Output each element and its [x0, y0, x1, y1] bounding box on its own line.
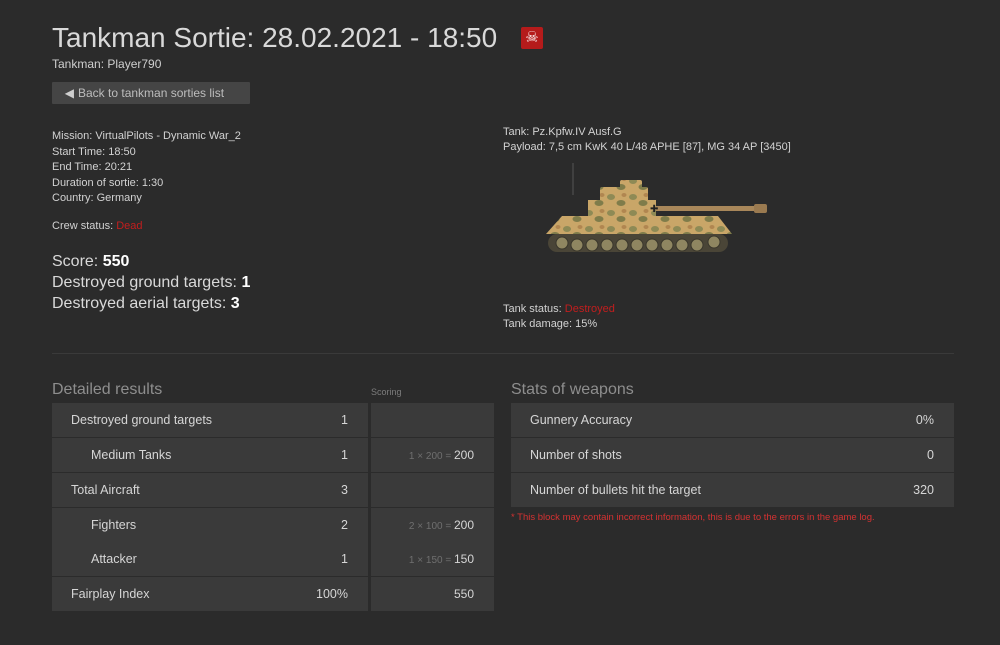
- weapon-stat-cell: Number of shots 0: [511, 438, 954, 472]
- weapon-stat-label: Number of shots: [530, 448, 622, 462]
- result-cell: Fighters 2: [52, 508, 368, 542]
- score-points: 200: [453, 518, 474, 532]
- score-formula: 1 × 200 =: [408, 451, 454, 462]
- score-points: 550: [453, 587, 474, 601]
- result-value: 1: [341, 448, 348, 462]
- tank-damage: Tank damage: 15%: [503, 318, 598, 330]
- end-time: End Time: 20:21: [52, 161, 133, 173]
- result-cell: Fairplay Index 100%: [52, 577, 368, 611]
- result-cell: Attacker 1: [52, 542, 368, 576]
- result-cell: Total Aircraft 3: [52, 473, 368, 507]
- score-cell: 550: [371, 577, 494, 611]
- score-formula: 2 × 100 =: [408, 521, 454, 532]
- country: Country: Germany: [52, 192, 142, 204]
- svg-text:✚: ✚: [650, 204, 658, 215]
- score-points: 150: [453, 552, 474, 566]
- result-value: 1: [341, 552, 348, 566]
- score-cell: [371, 403, 494, 437]
- score-formula: 1 × 150 =: [408, 555, 454, 566]
- scoring-heading: Scoring: [371, 387, 402, 397]
- score-value: 550: [102, 253, 130, 270]
- mission-name: Mission: VirtualPilots - Dynamic War_2: [52, 130, 241, 142]
- crew-status: Crew status: Dead: [52, 220, 142, 232]
- arrow-left-icon: ◀: [64, 86, 74, 100]
- result-value: 100%: [316, 587, 348, 601]
- weapon-stat-value: 320: [913, 483, 934, 497]
- score-cell: 1 × 200 = 200: [371, 438, 494, 472]
- weapons-disclaimer: * This block may contain incorrect infor…: [511, 512, 875, 523]
- result-cell: Destroyed ground targets 1: [52, 403, 368, 437]
- score-cell: [371, 473, 494, 507]
- sortie-summary: Score: 550 Destroyed ground targets: 1 D…: [52, 251, 250, 314]
- crew-status-value: Dead: [116, 220, 143, 232]
- start-time: Start Time: 18:50: [52, 145, 136, 158]
- back-button-label: Back to tankman sorties list: [78, 86, 225, 100]
- stats-of-weapons-heading: Stats of weapons: [511, 381, 634, 398]
- score-cell: 2 × 100 = 200: [371, 508, 494, 542]
- result-label: Destroyed ground targets: [71, 413, 213, 427]
- crew-status-label: Crew status:: [52, 220, 117, 232]
- back-to-sorties-button[interactable]: ◀ Back to tankman sorties list: [52, 82, 250, 104]
- score-label: Score:: [52, 253, 103, 270]
- result-label: Total Aircraft: [71, 483, 140, 497]
- score-points: 200: [453, 448, 474, 462]
- tank-image: ✚: [546, 163, 767, 252]
- weapon-stat-cell: Gunnery Accuracy 0%: [511, 403, 954, 437]
- divider: [52, 353, 954, 354]
- tank-info: Tank: Pz.Kpfw.IV Ausf.G Payload: 7,5 cm …: [503, 125, 791, 155]
- tank-status-block: Tank status: Destroyed Tank damage: 15%: [503, 302, 615, 332]
- page-title: Tankman Sortie: 28.02.2021 - 18:50: [52, 22, 498, 53]
- tank-name: Tank: Pz.Kpfw.IV Ausf.G: [503, 126, 622, 138]
- skull-icon: ☠: [521, 27, 543, 49]
- result-value: 1: [341, 413, 348, 427]
- result-label: Attacker: [91, 552, 137, 566]
- tank-payload: Payload: 7,5 cm KwK 40 L/48 APHE [87], M…: [503, 141, 791, 153]
- result-value: 3: [341, 483, 348, 497]
- mission-info: Mission: VirtualPilots - Dynamic War_2 S…: [52, 129, 241, 207]
- tank-status-label: Tank status:: [503, 303, 565, 315]
- result-value: 2: [341, 518, 348, 532]
- weapon-stat-value: 0%: [915, 413, 934, 427]
- weapon-stat-cell: Number of bullets hit the target 320: [511, 473, 954, 507]
- sortie-duration: Duration of sortie: 1:30: [52, 176, 164, 189]
- aerial-targets-value: 3: [230, 295, 240, 312]
- result-label: Fairplay Index: [71, 587, 150, 601]
- tankman-name: Tankman: Player790: [52, 57, 162, 71]
- result-label: Fighters: [91, 518, 137, 532]
- ground-targets-value: 1: [241, 274, 251, 291]
- weapon-stat-value: 0: [927, 448, 934, 462]
- result-label: Medium Tanks: [91, 448, 172, 462]
- result-cell: Medium Tanks 1: [52, 438, 368, 472]
- weapon-stat-label: Gunnery Accuracy: [530, 413, 633, 427]
- aerial-targets-label: Destroyed aerial targets:: [52, 295, 231, 312]
- tank-status-value: Destroyed: [564, 303, 615, 315]
- ground-targets-label: Destroyed ground targets:: [52, 274, 242, 291]
- score-cell: 1 × 150 = 150: [371, 542, 494, 576]
- detailed-results-heading: Detailed results: [52, 381, 163, 398]
- weapon-stat-label: Number of bullets hit the target: [530, 483, 701, 497]
